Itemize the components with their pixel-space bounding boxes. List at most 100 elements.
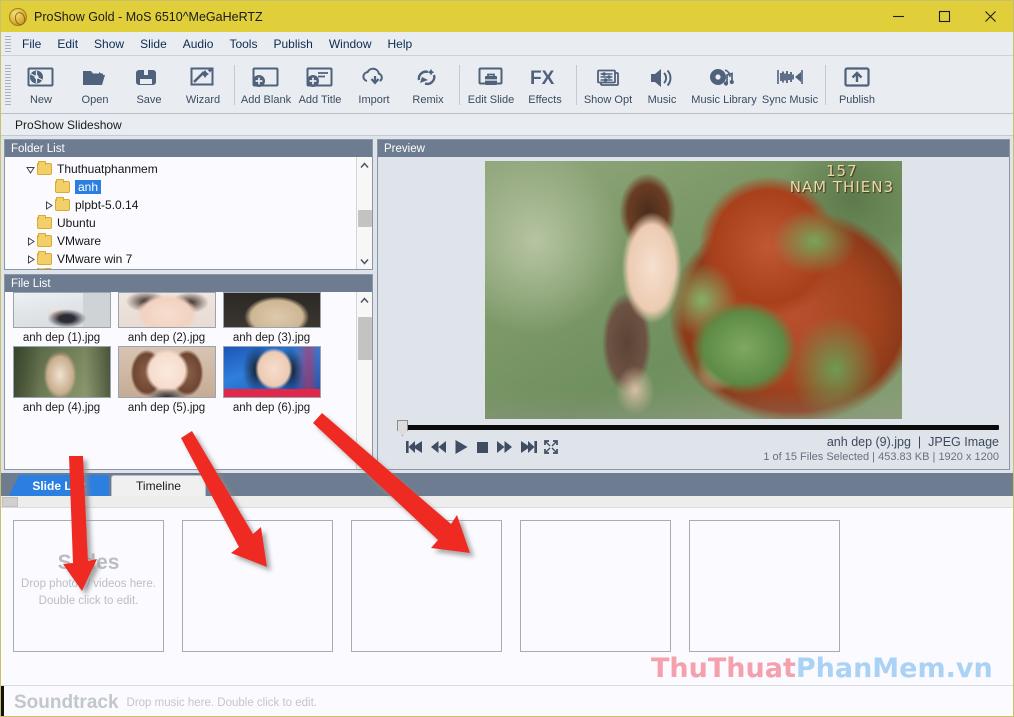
file-item[interactable]: anh dep (3).jpg — [219, 292, 324, 344]
soundtrack-title: Soundtrack — [14, 692, 119, 714]
folder-scroll-track[interactable] — [357, 173, 373, 253]
file-grid[interactable]: anh dep (1).jpg anh dep (2).jpg — [5, 292, 356, 469]
document-bar: ProShow Slideshow — [1, 114, 1013, 136]
folder-list-scrollbar[interactable] — [356, 157, 372, 269]
slide-cell-3[interactable] — [351, 520, 502, 652]
toolbar-button-effects[interactable]: FX Effects — [518, 58, 572, 112]
toolbar-button-add-blank[interactable]: Add Blank — [239, 58, 293, 112]
menu-item-edit[interactable]: Edit — [49, 34, 86, 54]
rewind-icon[interactable] — [430, 440, 447, 454]
file-name: anh dep (3).jpg — [233, 332, 310, 344]
close-icon[interactable] — [967, 1, 1013, 32]
slide-cell-4[interactable] — [520, 520, 671, 652]
skip-previous-icon[interactable] — [406, 440, 423, 454]
preview-seek-handle[interactable] — [397, 420, 408, 436]
menu-item-publish[interactable]: Publish — [265, 34, 320, 54]
menu-item-show[interactable]: Show — [86, 34, 132, 54]
toolbar-button-music-library[interactable]: Music Library — [689, 58, 759, 112]
tree-item-vmware[interactable]: VMware — [5, 232, 356, 250]
folder-icon — [37, 217, 52, 229]
menu-item-window[interactable]: Window — [321, 34, 380, 54]
folder-scroll-thumb[interactable] — [358, 210, 372, 228]
fast-forward-icon[interactable] — [496, 440, 513, 454]
toolbar-button-show-opt[interactable]: Show Opt — [581, 58, 635, 112]
slide-cell-2[interactable] — [182, 520, 333, 652]
slide-cell-5[interactable] — [689, 520, 840, 652]
scroll-up-icon[interactable] — [357, 157, 373, 173]
file-thumbnail[interactable] — [13, 346, 111, 398]
file-item[interactable]: anh dep (6).jpg — [219, 344, 324, 414]
toolbar-button-save[interactable]: Save — [122, 58, 176, 112]
toolbar-button-edit-slide[interactable]: Edit Slide — [464, 58, 518, 112]
toolbar-button-open[interactable]: Open — [68, 58, 122, 112]
slide-list-top-scrollbar[interactable] — [1, 496, 1013, 508]
file-thumbnail[interactable] — [13, 292, 111, 328]
scroll-down-icon[interactable] — [357, 253, 373, 269]
toolbar-button-new[interactable]: New — [14, 58, 68, 112]
tab-timeline[interactable]: Timeline — [111, 475, 206, 496]
tree-item-thuthuatphanmem[interactable]: Thuthuatphanmem — [5, 160, 356, 178]
preview-seek-bar[interactable] — [400, 425, 999, 430]
soundtrack-bar[interactable]: Soundtrack Drop music here. Double click… — [1, 686, 1013, 717]
tree-item-ubuntu[interactable]: Ubuntu — [5, 214, 356, 232]
scroll-down-icon[interactable] — [357, 453, 373, 469]
tree-label: Thuthuatphanmem — [57, 162, 158, 176]
chevron-down-icon[interactable] — [23, 165, 37, 174]
preview-image[interactable]: 157 NAM THIEN3 — [485, 161, 902, 419]
toolbar-label-effects: Effects — [528, 94, 561, 106]
file-thumbnail[interactable] — [118, 346, 216, 398]
file-list-header: File List — [5, 275, 372, 292]
maximize-icon[interactable] — [921, 1, 967, 32]
chevron-right-icon[interactable] — [23, 255, 37, 264]
proshow-disc-icon — [9, 8, 27, 26]
menu-item-file[interactable]: File — [14, 34, 49, 54]
scroll-up-icon[interactable] — [357, 292, 373, 308]
folder-icon — [55, 181, 70, 193]
toolbar-button-import[interactable]: Import — [347, 58, 401, 112]
file-item[interactable]: anh dep (5).jpg — [114, 344, 219, 414]
tree-item-vmware-win7[interactable]: VMware win 7 — [5, 250, 356, 268]
tree-item-anh[interactable]: anh — [5, 178, 356, 196]
menu-drag-grip[interactable] — [5, 36, 11, 52]
menu-item-tools[interactable]: Tools — [221, 34, 265, 54]
file-thumbnail[interactable] — [223, 292, 321, 328]
file-item[interactable]: anh dep (4).jpg — [9, 344, 114, 414]
menu-item-audio[interactable]: Audio — [175, 34, 222, 54]
toolbar-drag-grip[interactable] — [5, 65, 11, 105]
tree-label: anh — [75, 180, 101, 194]
slide-cell-1[interactable]: Slides Drop photos / videos here. Double… — [13, 520, 164, 652]
file-thumbnail[interactable] — [223, 346, 321, 398]
tree-item-windows7[interactable]: Windows 7 Ultimate SP1 - 64 bit — [5, 268, 356, 269]
toolbar-button-remix[interactable]: Remix — [401, 58, 455, 112]
slide-list-area[interactable]: Slides Drop photos / videos here. Double… — [1, 496, 1013, 686]
toolbar-button-music[interactable]: Music — [635, 58, 689, 112]
toolbar-button-add-title[interactable]: Add Title — [293, 58, 347, 112]
play-icon[interactable] — [454, 439, 469, 455]
menu-item-help[interactable]: Help — [380, 34, 421, 54]
slide-scroll-thumb[interactable] — [2, 497, 18, 507]
menu-item-slide[interactable]: Slide — [132, 34, 175, 54]
fullscreen-icon[interactable] — [544, 440, 558, 454]
tree-item-plpbt[interactable]: plpbt-5.0.14 — [5, 196, 356, 214]
file-list-scrollbar[interactable] — [356, 292, 372, 469]
file-item[interactable]: anh dep (2).jpg — [114, 292, 219, 344]
file-scroll-thumb[interactable] — [358, 317, 372, 361]
toolbar-button-wizard[interactable]: Wizard — [176, 58, 230, 112]
chevron-right-icon[interactable] — [23, 237, 37, 246]
tab-slide-list[interactable]: Slide List — [9, 475, 109, 496]
toolbar-button-sync-music[interactable]: Sync Music — [759, 58, 821, 112]
chevron-right-icon[interactable] — [41, 201, 55, 210]
file-item[interactable]: anh dep (1).jpg — [9, 292, 114, 344]
stop-icon[interactable] — [476, 441, 489, 454]
tree-label: VMware — [57, 234, 101, 248]
show-options-icon — [593, 63, 623, 93]
slide-hint-title: Slides — [14, 551, 163, 575]
publish-upload-icon — [843, 63, 871, 93]
folder-tree[interactable]: Thuthuatphanmem anh plpbt- — [5, 157, 356, 269]
file-scroll-track[interactable] — [357, 308, 373, 453]
minimize-icon[interactable] — [875, 1, 921, 32]
toolbar-button-publish[interactable]: Publish — [830, 58, 884, 112]
skip-next-icon[interactable] — [520, 440, 537, 454]
preview-stage[interactable]: 157 NAM THIEN3 — [378, 157, 1009, 419]
file-thumbnail[interactable] — [118, 292, 216, 328]
